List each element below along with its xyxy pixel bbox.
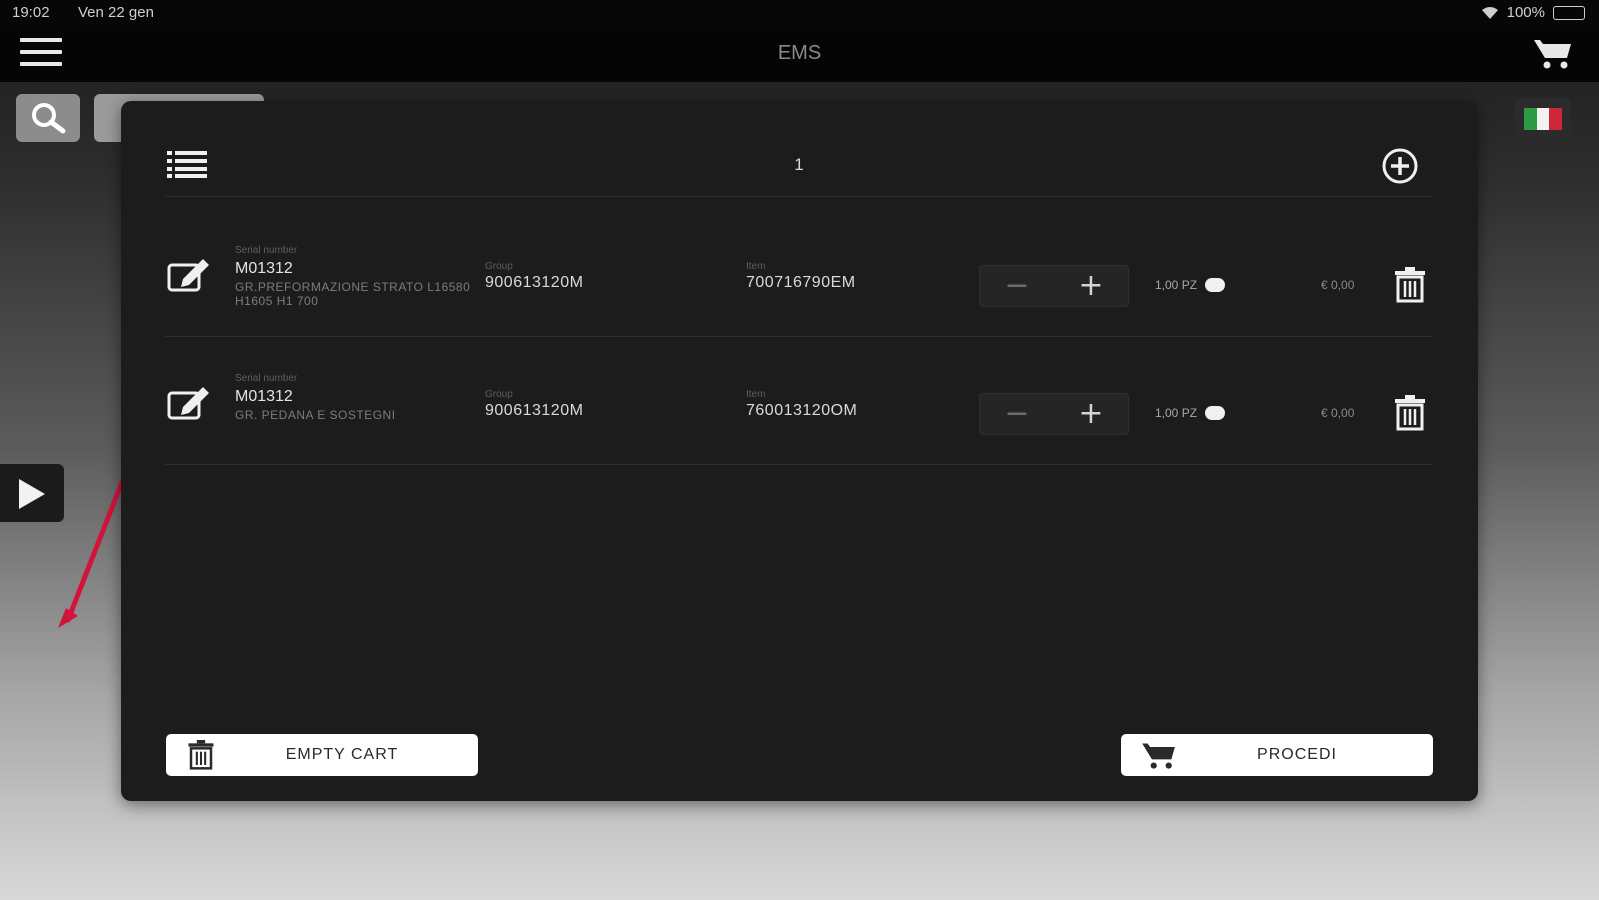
quantity-stepper: − +: [979, 265, 1129, 307]
serial-column: Serial number M01312 GR.PREFORMAZIONE ST…: [235, 245, 475, 309]
item-description: GR.PREFORMAZIONE STRATO L16580 H1605 H1 …: [235, 280, 471, 309]
unit-indicator: [1205, 278, 1226, 292]
status-date: Ven 22 gen: [78, 4, 154, 21]
decrement-button[interactable]: −: [980, 394, 1054, 434]
item-label: Item: [746, 261, 766, 272]
quantity-value: 1,00 PZ: [1155, 278, 1198, 292]
play-triangle-icon: [19, 479, 45, 509]
item-label: Item: [746, 389, 766, 400]
quantity-display: 1,00 PZ: [1155, 278, 1226, 292]
status-bar: 19:02 Ven 22 gen 100%: [0, 0, 1599, 26]
language-button[interactable]: [1515, 98, 1571, 140]
item-description: GR. PEDANA E SOSTEGNI: [235, 408, 396, 422]
increment-button[interactable]: +: [1054, 394, 1128, 434]
pencil-square-icon[interactable]: [167, 385, 211, 421]
serial-number: M01312: [235, 260, 293, 277]
item-code: 760013120OM: [746, 402, 858, 419]
status-indicators: 100%: [1481, 4, 1585, 21]
group-label: Group: [485, 261, 513, 272]
item-column: Item 700716790EM: [746, 261, 856, 292]
cart-item-row: Serial number M01312 GR. PEDANA E SOSTEG…: [165, 337, 1433, 465]
cart-modal: 1 Serial number M01312 GR.PREFORMAZIONE …: [121, 101, 1478, 801]
item-code: 700716790EM: [746, 274, 856, 291]
item-column: Item 760013120OM: [746, 389, 857, 420]
magnifier-icon: [32, 103, 66, 134]
status-time: 19:02: [12, 4, 50, 21]
quantity-value: 1,00 PZ: [1155, 406, 1198, 420]
proceed-button[interactable]: PROCEDI: [1121, 734, 1433, 776]
battery-icon: [1553, 5, 1585, 20]
italy-flag-icon: [1524, 108, 1563, 130]
proceed-label: PROCEDI: [1257, 746, 1337, 763]
quantity-stepper: − +: [979, 393, 1129, 435]
group-column: Group 900613120M: [485, 261, 583, 292]
cart-modal-title: 1: [794, 155, 804, 174]
wifi-icon: [1481, 6, 1498, 19]
navigation-bar: EMS: [0, 26, 1599, 82]
plus-circle-icon[interactable]: [1381, 147, 1419, 185]
serial-label: Serial number: [235, 245, 298, 256]
decrement-button[interactable]: −: [980, 266, 1054, 306]
annotation-arrow: [58, 480, 125, 628]
group-label: Group: [485, 389, 513, 400]
group-code: 900613120M: [485, 402, 584, 419]
item-price: € 0,00: [1321, 278, 1355, 292]
serial-number: M01312: [235, 388, 293, 405]
app-title: EMS: [777, 42, 822, 64]
unit-indicator: [1205, 406, 1226, 420]
empty-cart-button[interactable]: EMPTY CART: [166, 734, 478, 776]
increment-button[interactable]: +: [1054, 266, 1128, 306]
shopping-cart-icon[interactable]: [1533, 36, 1573, 70]
empty-cart-label: EMPTY CART: [285, 746, 399, 763]
search-button[interactable]: [16, 94, 80, 142]
cart-item-row: Serial number M01312 GR.PREFORMAZIONE ST…: [165, 209, 1433, 337]
pencil-square-icon[interactable]: [167, 257, 211, 293]
quantity-display: 1,00 PZ: [1155, 406, 1226, 420]
serial-column: Serial number M01312 GR. PEDANA E SOSTEG…: [235, 373, 475, 422]
side-panel-toggle[interactable]: [0, 464, 64, 522]
group-code: 900613120M: [485, 274, 584, 291]
serial-label: Serial number: [235, 373, 298, 384]
item-price: € 0,00: [1321, 406, 1355, 420]
trash-icon[interactable]: [1393, 395, 1427, 431]
cart-modal-header: 1: [165, 137, 1433, 197]
trash-icon[interactable]: [1393, 267, 1427, 303]
group-column: Group 900613120M: [485, 389, 583, 420]
battery-percent: 100%: [1506, 4, 1545, 21]
